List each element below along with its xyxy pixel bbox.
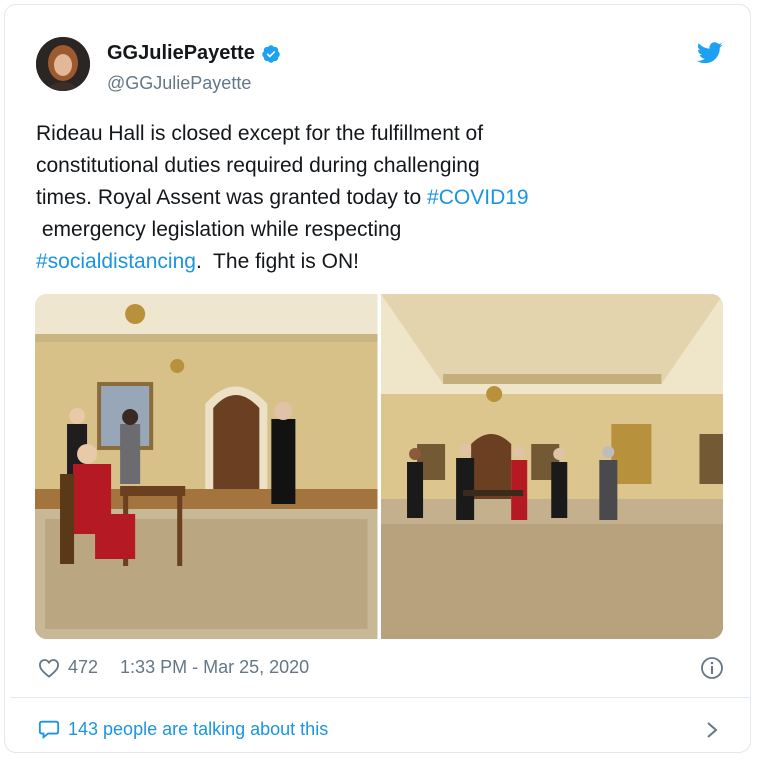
tweet-text-part-1: Rideau Hall is closed except for the ful… — [36, 122, 484, 209]
avatar[interactable] — [36, 37, 90, 91]
hashtag-covid19-link[interactable]: #COVID19 — [427, 186, 529, 209]
tweet-text-part-3: . The fight is ON! — [195, 250, 359, 273]
like-count[interactable]: 472 — [68, 657, 98, 678]
timestamp[interactable]: 1:33 PM - Mar 25, 2020 — [120, 657, 309, 678]
chevron-right-icon[interactable] — [705, 721, 719, 739]
tweet-media[interactable] — [35, 294, 723, 639]
user-handle[interactable]: @GGJuliePayette — [107, 73, 251, 94]
tweet-meta: 472 1:33 PM - Mar 25, 2020 — [38, 657, 309, 678]
tweet-text: Rideau Hall is closed except for the ful… — [36, 118, 716, 278]
info-icon[interactable] — [700, 656, 724, 680]
tweet-text-part-2: emergency legislation while respecting — [41, 218, 402, 241]
display-name[interactable]: GGJuliePayette — [107, 42, 281, 65]
hashtag-socialdistancing-link[interactable]: #socialdistancing — [36, 250, 196, 273]
divider — [10, 697, 750, 698]
conversation-link[interactable]: 143 people are talking about this — [38, 718, 328, 740]
twitter-bird-icon[interactable] — [697, 42, 723, 64]
display-name-text[interactable]: GGJuliePayette — [107, 42, 255, 65]
photo-1[interactable] — [35, 294, 378, 639]
verified-badge-icon — [262, 44, 280, 63]
photo-2[interactable] — [380, 294, 723, 639]
conversation-count-text[interactable]: 143 people are talking about this — [68, 719, 328, 740]
speech-bubble-icon — [38, 720, 60, 740]
heart-icon[interactable] — [38, 658, 60, 678]
tweet-card[interactable]: GGJuliePayette @GGJuliePayette Rideau Ha… — [4, 4, 751, 753]
